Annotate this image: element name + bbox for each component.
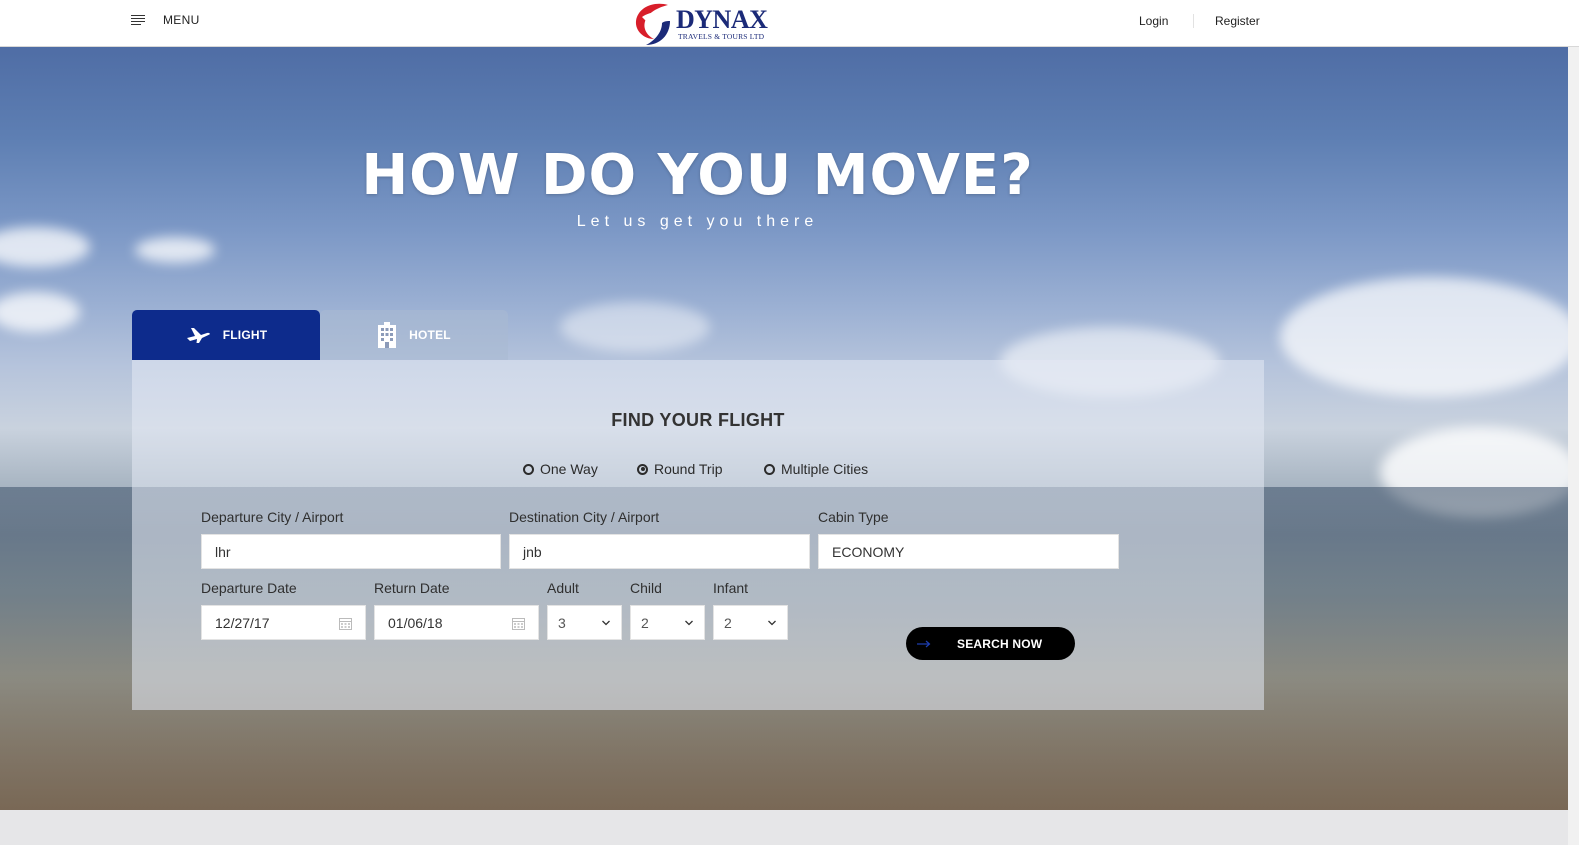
trip-type-one-way[interactable]: One Way bbox=[523, 461, 598, 477]
departure-city-input[interactable]: lhr bbox=[201, 534, 501, 569]
departure-city-label: Departure City / Airport bbox=[201, 509, 344, 525]
auth-divider bbox=[1193, 14, 1194, 28]
hotel-building-icon bbox=[378, 322, 397, 348]
hero-subtitle: Let us get you there bbox=[576, 213, 819, 230]
page-bottom-strip bbox=[0, 810, 1568, 845]
trip-type-label: Round Trip bbox=[654, 461, 723, 477]
dynax-logo[interactable]: DYNAX TRAVELS & TOURS LTD bbox=[632, 0, 768, 47]
destination-city-label: Destination City / Airport bbox=[509, 509, 660, 525]
return-date-value: 01/06/18 bbox=[388, 614, 443, 631]
logo-name: DYNAX bbox=[676, 4, 768, 34]
menu-label: MENU bbox=[163, 13, 200, 27]
adult-value: 3 bbox=[558, 614, 566, 631]
logo-tagline: TRAVELS & TOURS LTD bbox=[678, 31, 765, 41]
departure-date-label: Departure Date bbox=[201, 580, 297, 596]
child-value: 2 bbox=[641, 614, 649, 631]
search-now-button[interactable]: SEARCH NOW bbox=[906, 627, 1075, 660]
tab-flight-label: FLIGHT bbox=[222, 328, 268, 342]
destination-city-input[interactable]: jnb bbox=[509, 534, 810, 569]
arrow-right-icon bbox=[917, 640, 931, 647]
departure-date-value: 12/27/17 bbox=[215, 614, 270, 631]
top-navbar: MENU DYNAX TRAVELS & TOURS LTD Login Reg… bbox=[0, 0, 1579, 47]
chevron-down-icon bbox=[685, 620, 693, 626]
tab-hotel-label: HOTEL bbox=[409, 328, 451, 342]
trip-type-label: One Way bbox=[540, 461, 598, 477]
radio-selected-icon bbox=[637, 463, 648, 475]
cabin-type-input[interactable]: ECONOMY bbox=[818, 534, 1119, 569]
adult-select[interactable]: 3 bbox=[547, 605, 622, 640]
chevron-down-icon bbox=[768, 620, 776, 626]
calendar-icon[interactable] bbox=[512, 617, 525, 630]
infant-value: 2 bbox=[724, 614, 732, 631]
register-link[interactable]: Register bbox=[1215, 14, 1260, 28]
airplane-icon bbox=[186, 328, 210, 343]
infant-label: Infant bbox=[713, 580, 749, 596]
trip-type-multiple-cities[interactable]: Multiple Cities bbox=[764, 461, 868, 477]
scrollbar-track[interactable] bbox=[1568, 47, 1579, 845]
cabin-type-label: Cabin Type bbox=[818, 509, 889, 525]
find-flight-title: FIND YOUR FLIGHT bbox=[611, 410, 785, 430]
hamburger-icon bbox=[131, 14, 145, 26]
radio-icon bbox=[764, 463, 775, 475]
menu-button[interactable]: MENU bbox=[131, 13, 200, 27]
child-select[interactable]: 2 bbox=[630, 605, 705, 640]
tab-hotel[interactable]: HOTEL bbox=[320, 310, 508, 360]
trip-type-round-trip[interactable]: Round Trip bbox=[637, 461, 722, 477]
tab-flight[interactable]: FLIGHT bbox=[132, 310, 320, 360]
return-date-input[interactable]: 01/06/18 bbox=[374, 605, 539, 640]
trip-type-label: Multiple Cities bbox=[781, 461, 869, 477]
adult-label: Adult bbox=[547, 580, 579, 596]
return-date-label: Return Date bbox=[374, 580, 450, 596]
search-now-label: SEARCH NOW bbox=[957, 636, 1043, 651]
departure-date-input[interactable]: 12/27/17 bbox=[201, 605, 366, 640]
infant-select[interactable]: 2 bbox=[713, 605, 788, 640]
login-link[interactable]: Login bbox=[1139, 14, 1168, 28]
dynax-swoosh-icon bbox=[635, 3, 670, 45]
hero-title: HOW DO YOU MOVE? bbox=[361, 143, 1034, 208]
chevron-down-icon bbox=[602, 620, 610, 626]
radio-icon bbox=[523, 463, 534, 475]
calendar-icon[interactable] bbox=[339, 617, 352, 630]
child-label: Child bbox=[630, 580, 662, 596]
